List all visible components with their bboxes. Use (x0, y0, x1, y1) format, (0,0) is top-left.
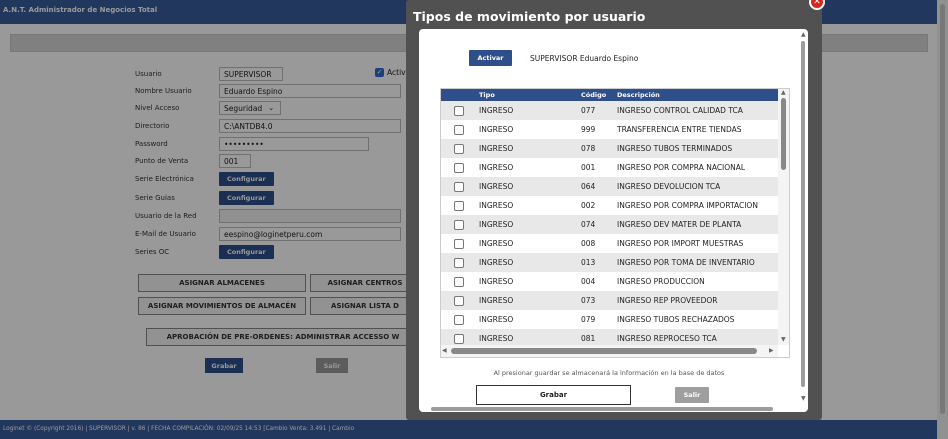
table-row[interactable]: INGRESO 001 INGRESO POR COMPRA NACIONAL (441, 158, 778, 177)
cell-codigo: 013 (581, 258, 596, 267)
cell-tipo: INGRESO (479, 334, 514, 343)
table-hscrollbar-thumb[interactable] (451, 348, 757, 354)
column-header-tipo[interactable]: Tipo (479, 91, 495, 99)
column-header-codigo[interactable]: Código (581, 91, 606, 99)
table-row[interactable]: INGRESO 002 INGRESO POR COMPRA IMPORTACION (441, 196, 778, 215)
table-row[interactable]: INGRESO 064 INGRESO DEVOLUCION TCA (441, 177, 778, 196)
scroll-down-icon[interactable]: ▼ (801, 395, 806, 402)
cell-codigo: 008 (581, 239, 596, 248)
cell-tipo: INGRESO (479, 201, 514, 210)
table-horizontal-scrollbar[interactable]: ◀ ▶ (441, 345, 778, 357)
table-row[interactable]: INGRESO 004 INGRESO PRODUCCION (441, 272, 778, 291)
modal-vertical-scrollbar[interactable]: ▲ ▼ (799, 29, 808, 407)
cell-tipo: INGRESO (479, 163, 514, 172)
modal-horizontal-scrollbar[interactable] (419, 406, 808, 412)
activar-button[interactable]: Activar (469, 50, 512, 66)
modal-grabar-button[interactable]: Grabar (476, 385, 631, 405)
row-checkbox[interactable] (454, 258, 464, 268)
scroll-right-icon[interactable]: ▶ (769, 347, 774, 354)
cell-tipo: INGRESO (479, 144, 514, 153)
cell-codigo: 001 (581, 163, 596, 172)
cell-descripcion: TRANSFERENCIA ENTRE TIENDAS (617, 125, 742, 134)
scroll-left-icon[interactable]: ◀ (442, 347, 447, 354)
modal-hscrollbar-thumb[interactable] (431, 407, 773, 411)
row-checkbox[interactable] (454, 315, 464, 325)
cell-descripcion: INGRESO POR COMPRA IMPORTACION (617, 201, 758, 210)
cell-codigo: 081 (581, 334, 596, 343)
cell-tipo: INGRESO (479, 125, 514, 134)
table-row[interactable]: INGRESO 073 INGRESO REP PROVEEDOR (441, 291, 778, 310)
cell-codigo: 078 (581, 144, 596, 153)
table-header: Tipo Código Descripción (441, 89, 778, 101)
cell-tipo: INGRESO (479, 277, 514, 286)
movimientos-table: Tipo Código Descripción INGRESO 077 INGRES… (440, 88, 790, 358)
scroll-up-icon[interactable]: ▲ (781, 89, 786, 96)
cell-codigo: 004 (581, 277, 596, 286)
row-checkbox[interactable] (454, 201, 464, 211)
cell-codigo: 077 (581, 106, 596, 115)
scroll-down-icon[interactable]: ▼ (781, 336, 786, 343)
row-checkbox[interactable] (454, 239, 464, 249)
table-row[interactable]: INGRESO 013 INGRESO POR TOMA DE INVENTARIO (441, 253, 778, 272)
cell-codigo: 079 (581, 315, 596, 324)
table-row[interactable]: INGRESO 999 TRANSFERENCIA ENTRE TIENDAS (441, 120, 778, 139)
cell-codigo: 999 (581, 125, 596, 134)
cell-descripcion: INGRESO REPROCESO TCA (617, 334, 717, 343)
cell-codigo: 064 (581, 182, 596, 191)
column-header-descripcion[interactable]: Descripción (617, 91, 660, 99)
cell-descripcion: INGRESO REP PROVEEDOR (617, 296, 718, 305)
cell-codigo: 073 (581, 296, 596, 305)
cell-descripcion: INGRESO TUBOS TERMINADOS (617, 144, 733, 153)
save-note: Al presionar guardar se almacenará la in… (493, 369, 725, 377)
cell-descripcion: INGRESO POR COMPRA NACIONAL (617, 163, 746, 172)
cell-tipo: INGRESO (479, 106, 514, 115)
cell-descripcion: INGRESO DEV MATER DE PLANTA (617, 220, 742, 229)
modal-title: Tipos de movimiento por usuario (413, 9, 646, 24)
table-row[interactable]: INGRESO 008 INGRESO POR IMPORT MUESTRAS (441, 234, 778, 253)
table-row[interactable]: INGRESO 078 INGRESO TUBOS TERMINADOS (441, 139, 778, 158)
cell-descripcion: INGRESO POR IMPORT MUESTRAS (617, 239, 744, 248)
selected-user-label: SUPERVISOR Eduardo Espino (530, 54, 639, 63)
table-scrollbar-thumb[interactable] (781, 98, 786, 170)
cell-descripcion: INGRESO POR TOMA DE INVENTARIO (617, 258, 755, 267)
cell-tipo: INGRESO (479, 296, 514, 305)
row-checkbox[interactable] (454, 144, 464, 154)
cell-tipo: INGRESO (479, 239, 514, 248)
tipos-movimiento-modal: Tipos de movimiento por usuario ✕ Activa… (406, 0, 825, 420)
cell-tipo: INGRESO (479, 182, 514, 191)
table-vertical-scrollbar[interactable]: ▲ ▼ (778, 89, 789, 345)
cell-descripcion: INGRESO DEVOLUCION TCA (617, 182, 721, 191)
scroll-up-icon[interactable]: ▲ (801, 31, 806, 38)
row-checkbox[interactable] (454, 106, 464, 116)
cell-tipo: INGRESO (479, 258, 514, 267)
row-checkbox[interactable] (454, 334, 464, 344)
cell-codigo: 002 (581, 201, 596, 210)
cell-descripcion: INGRESO PRODUCCION (617, 277, 705, 286)
row-checkbox[interactable] (454, 277, 464, 287)
row-checkbox[interactable] (454, 163, 464, 173)
cell-tipo: INGRESO (479, 315, 514, 324)
modal-salir-button[interactable]: Salir (675, 387, 709, 403)
row-checkbox[interactable] (454, 296, 464, 306)
table-row[interactable]: INGRESO 077 INGRESO CONTROL CALIDAD TCA (441, 101, 778, 120)
modal-scrollbar-thumb[interactable] (801, 41, 805, 387)
cell-descripcion: INGRESO TUBOS RECHAZADOS (617, 315, 735, 324)
table-row[interactable]: INGRESO 079 INGRESO TUBOS RECHAZADOS (441, 310, 778, 329)
table-row[interactable]: INGRESO 074 INGRESO DEV MATER DE PLANTA (441, 215, 778, 234)
cell-codigo: 074 (581, 220, 596, 229)
modal-body: Activar SUPERVISOR Eduardo Espino Tipo C… (419, 29, 808, 412)
row-checkbox[interactable] (454, 125, 464, 135)
row-checkbox[interactable] (454, 182, 464, 192)
cell-tipo: INGRESO (479, 220, 514, 229)
row-checkbox[interactable] (454, 220, 464, 230)
cell-descripcion: INGRESO CONTROL CALIDAD TCA (617, 106, 743, 115)
